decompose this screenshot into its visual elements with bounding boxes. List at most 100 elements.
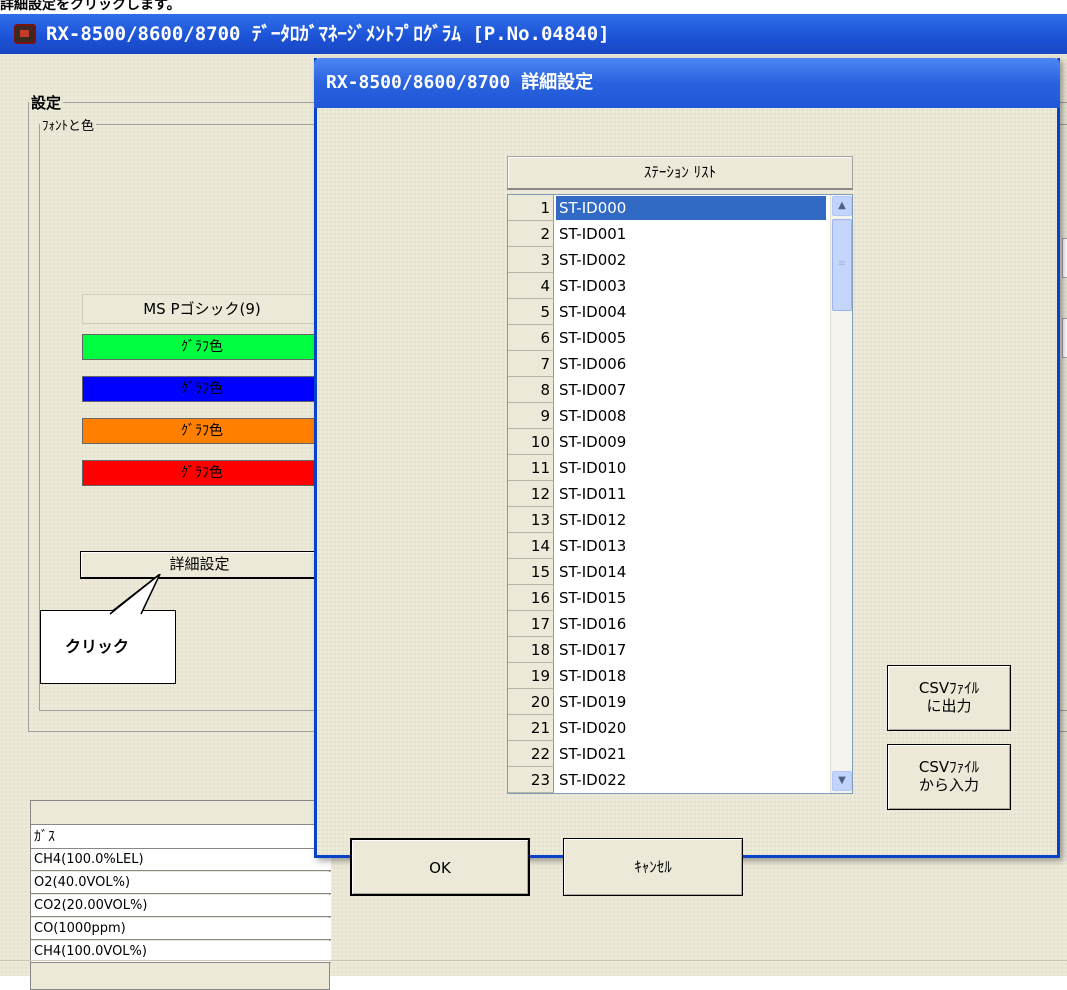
station-row-number: 2 <box>508 221 554 247</box>
station-row[interactable]: 22 ST-ID021 <box>508 741 828 767</box>
station-row-number: 18 <box>508 637 554 663</box>
station-row-number: 15 <box>508 559 554 585</box>
status-strip <box>0 960 1067 976</box>
font-select-button[interactable]: MS Pゴシック(9) <box>82 294 322 324</box>
station-row-number: 16 <box>508 585 554 611</box>
station-row-id: ST-ID005 <box>559 329 627 347</box>
graph-color-button[interactable]: ｸﾞﾗﾌ色 <box>82 376 322 402</box>
station-row-number: 21 <box>508 715 554 741</box>
station-row[interactable]: 2 ST-ID001 <box>508 221 828 247</box>
station-row-id: ST-ID018 <box>559 667 627 685</box>
gas-column-header: ｶﾞｽ <box>31 825 331 849</box>
station-row-number: 23 <box>508 767 554 793</box>
station-row-id: ST-ID017 <box>559 641 627 659</box>
station-row-id: ST-ID015 <box>559 589 627 607</box>
graph-color-button[interactable]: ｸﾞﾗﾌ色 <box>82 460 322 486</box>
station-list[interactable]: 1 ST-ID000 2 ST-ID001 3 ST-ID002 4 ST-ID003 5 ST-… <box>507 194 853 794</box>
station-row-id: ST-ID010 <box>559 459 627 477</box>
side-field-2 <box>1062 318 1067 358</box>
main-window-title: RX-8500/8600/8700 ﾃﾞｰﾀﾛｶﾞﾏﾈｰｼﾞﾒﾝﾄﾌﾟﾛｸﾞﾗﾑ… <box>46 23 610 45</box>
station-row-number: 7 <box>508 351 554 377</box>
station-row-id: ST-ID021 <box>559 745 627 763</box>
gas-row[interactable]: CO(1000ppm) <box>31 918 331 940</box>
fonts-colors-group-label: ﾌｫﾝﾄと色 <box>42 119 95 134</box>
station-row-id: ST-ID003 <box>559 277 627 295</box>
station-row-number: 3 <box>508 247 554 273</box>
station-row[interactable]: 20 ST-ID019 <box>508 689 828 715</box>
station-row-id: ST-ID020 <box>559 719 627 737</box>
station-row-number: 12 <box>508 481 554 507</box>
station-row-id: ST-ID014 <box>559 563 627 581</box>
dialog-body: ｽﾃｰｼｮﾝ ﾘｽﾄ 1 ST-ID000 2 ST-ID001 3 ST-ID002 4 S… <box>317 108 1057 896</box>
app-icon <box>14 24 36 44</box>
gas-row[interactable]: CO2(20.00VOL%) <box>31 895 331 917</box>
station-row-id: ST-ID002 <box>559 251 627 269</box>
station-row-number: 11 <box>508 455 554 481</box>
station-row[interactable]: 7 ST-ID006 <box>508 351 828 377</box>
station-row-id: ST-ID008 <box>559 407 627 425</box>
station-row[interactable]: 15 ST-ID014 <box>508 559 828 585</box>
station-row[interactable]: 11 ST-ID010 <box>508 455 828 481</box>
gas-row[interactable]: O2(40.0VOL%) <box>31 872 331 894</box>
dialog-titlebar[interactable]: RX-8500/8600/8700 詳細設定 <box>314 58 1060 108</box>
csv-export-label: CSVﾌｧｲﾙ に出力 <box>918 679 980 715</box>
detail-settings-dialog: RX-8500/8600/8700 詳細設定 ｽﾃｰｼｮﾝ ﾘｽﾄ 1 ST-ID… <box>314 58 1060 896</box>
station-row-number: 19 <box>508 663 554 689</box>
station-row[interactable]: 9 ST-ID008 <box>508 403 828 429</box>
station-row[interactable]: 19 ST-ID018 <box>508 663 828 689</box>
dialog-title: RX-8500/8600/8700 詳細設定 <box>326 72 594 93</box>
station-row[interactable]: 13 ST-ID012 <box>508 507 828 533</box>
station-row-number: 9 <box>508 403 554 429</box>
click-callout: クリック <box>40 610 176 684</box>
station-row-id: ST-ID006 <box>559 355 627 373</box>
settings-group-label: 設定 <box>31 94 62 112</box>
station-row-id: ST-ID000 <box>556 196 826 220</box>
csv-export-button[interactable]: CSVﾌｧｲﾙ に出力 <box>887 665 1011 731</box>
station-row[interactable]: 16 ST-ID015 <box>508 585 828 611</box>
scroll-down-button[interactable]: ▼ <box>832 771 852 791</box>
side-field-1 <box>1062 238 1067 278</box>
station-row[interactable]: 1 ST-ID000 <box>508 195 828 221</box>
station-row-number: 17 <box>508 611 554 637</box>
station-row[interactable]: 3 ST-ID002 <box>508 247 828 273</box>
graph-color-button[interactable]: ｸﾞﾗﾌ色 <box>82 418 322 444</box>
station-row[interactable]: 12 ST-ID011 <box>508 481 828 507</box>
scroll-up-button[interactable]: ▲ <box>832 196 852 216</box>
csv-import-label: CSVﾌｧｲﾙ から入力 <box>918 758 980 794</box>
station-list-scrollbar[interactable]: ▲ ≡ ▼ <box>830 195 852 793</box>
station-row-number: 10 <box>508 429 554 455</box>
station-row-id: ST-ID007 <box>559 381 627 399</box>
station-row[interactable]: 10 ST-ID009 <box>508 429 828 455</box>
gas-table-top <box>31 801 331 825</box>
station-row-number: 5 <box>508 299 554 325</box>
station-row-id: ST-ID013 <box>559 537 627 555</box>
station-row[interactable]: 6 ST-ID005 <box>508 325 828 351</box>
main-titlebar[interactable]: RX-8500/8600/8700 ﾃﾞｰﾀﾛｶﾞﾏﾈｰｼﾞﾒﾝﾄﾌﾟﾛｸﾞﾗﾑ… <box>0 14 1067 54</box>
station-row[interactable]: 23 ST-ID022 <box>508 767 828 793</box>
ok-button[interactable]: OK <box>350 838 530 896</box>
graph-color-button[interactable]: ｸﾞﾗﾌ色 <box>82 334 322 360</box>
station-row[interactable]: 17 ST-ID016 <box>508 611 828 637</box>
station-row[interactable]: 14 ST-ID013 <box>508 533 828 559</box>
csv-import-button[interactable]: CSVﾌｧｲﾙ から入力 <box>887 744 1011 810</box>
instruction-caption: 詳細設定をクリックします。 <box>0 0 181 13</box>
station-list-header[interactable]: ｽﾃｰｼｮﾝ ﾘｽﾄ <box>507 156 853 190</box>
scroll-thumb[interactable]: ≡ <box>832 219 852 311</box>
gas-row[interactable]: CH4(100.0%LEL) <box>31 849 331 871</box>
station-row-number: 22 <box>508 741 554 767</box>
cancel-button[interactable]: ｷｬﾝｾﾙ <box>563 838 743 896</box>
callout-pointer-cover <box>109 574 161 615</box>
station-row-number: 4 <box>508 273 554 299</box>
station-row-id: ST-ID019 <box>559 693 627 711</box>
station-row-number: 1 <box>508 195 554 221</box>
station-row-id: ST-ID011 <box>559 485 627 503</box>
station-row-id: ST-ID009 <box>559 433 627 451</box>
station-row[interactable]: 5 ST-ID004 <box>508 299 828 325</box>
station-row-number: 14 <box>508 533 554 559</box>
station-row-number: 6 <box>508 325 554 351</box>
station-row-id: ST-ID001 <box>559 225 627 243</box>
station-row[interactable]: 18 ST-ID017 <box>508 637 828 663</box>
station-row[interactable]: 8 ST-ID007 <box>508 377 828 403</box>
station-row[interactable]: 21 ST-ID020 <box>508 715 828 741</box>
station-row[interactable]: 4 ST-ID003 <box>508 273 828 299</box>
